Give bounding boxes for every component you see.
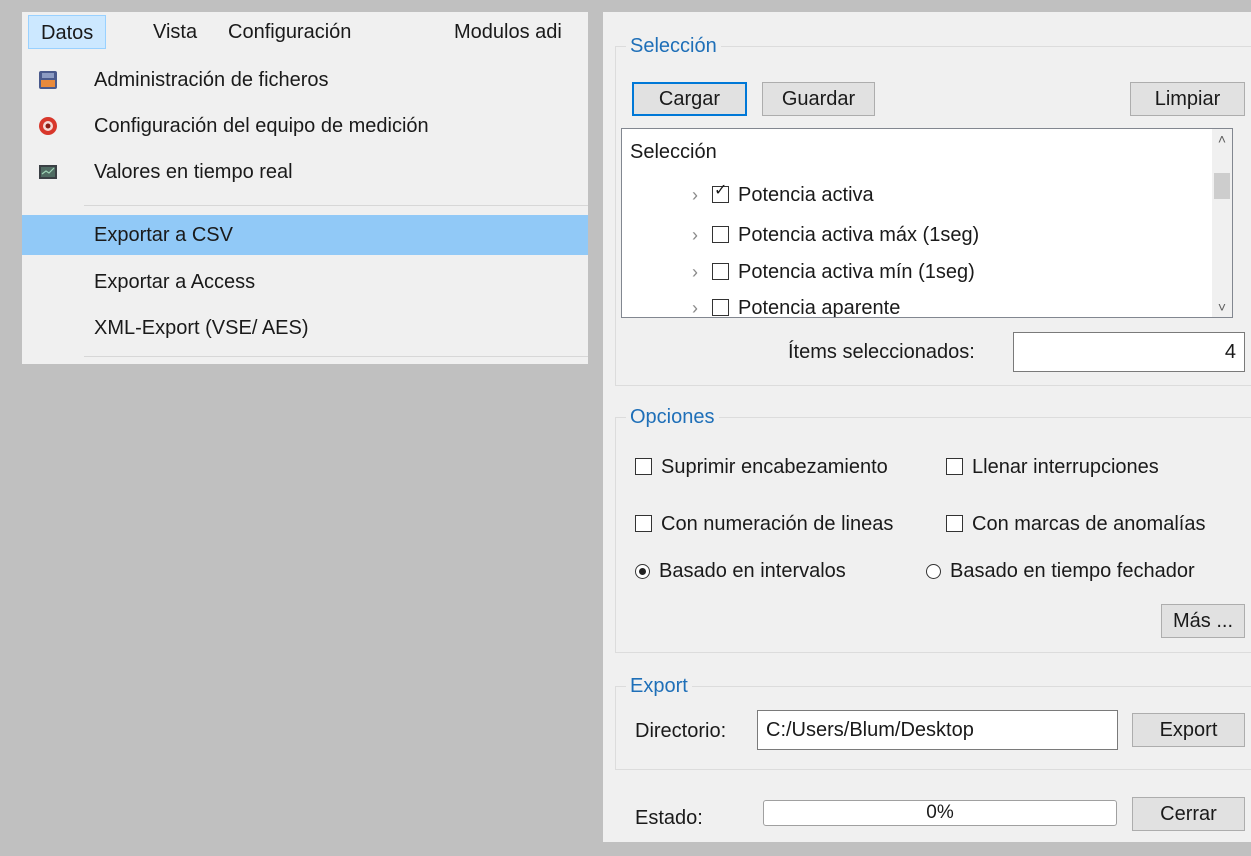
anomaly-marks-label: Con marcas de anomalías (972, 513, 1206, 535)
fill-gaps-checkbox[interactable]: Llenar interrupciones (946, 454, 1159, 480)
tree-item-label: Potencia activa máx (1seg) (738, 224, 980, 246)
selected-items-count: 4 (1013, 332, 1245, 372)
tree-item-checkbox[interactable]: ✓ (712, 182, 729, 203)
more-options-button[interactable]: Más ... (1161, 604, 1245, 638)
tree-item[interactable]: › Potencia activa máx (1seg) (692, 222, 979, 248)
chevron-right-icon[interactable]: › (692, 259, 698, 285)
menu-item-export-csv[interactable]: Exportar a CSV (22, 215, 588, 255)
realtime-monitor-icon (39, 165, 57, 179)
selected-items-label: Ítems seleccionados: (788, 341, 975, 363)
chevron-right-icon[interactable]: › (692, 222, 698, 248)
directory-input[interactable]: C:/Users/Blum/Desktop (757, 710, 1118, 750)
tree-item[interactable]: › Potencia aparente (692, 295, 901, 318)
tree-item-checkbox[interactable] (712, 226, 729, 243)
interval-based-radio[interactable]: Basado en intervalos (635, 558, 846, 584)
menu-item-label: XML-Export (VSE/ AES) (94, 317, 309, 339)
menubar: Datos Vista Configuración Modulos adi (22, 12, 588, 52)
suppress-header-checkbox[interactable]: Suprimir encabezamiento (635, 454, 888, 480)
scroll-thumb[interactable] (1214, 173, 1230, 199)
menu-separator (84, 205, 588, 206)
radio-button[interactable] (926, 564, 941, 579)
menubar-modulos[interactable]: Modulos adi (442, 15, 574, 49)
anomaly-marks-checkbox[interactable]: Con marcas de anomalías (946, 511, 1205, 537)
datos-menu-panel: Datos Vista Configuración Modulos adi Ad… (22, 12, 588, 364)
line-numbers-label: Con numeración de lineas (661, 513, 894, 535)
radio-button[interactable] (635, 564, 650, 579)
suppress-header-label: Suprimir encabezamiento (661, 456, 888, 478)
menu-item-label: Exportar a Access (94, 271, 256, 293)
menubar-vista[interactable]: Vista (141, 15, 209, 49)
checkmark-icon: ✓ (714, 182, 728, 199)
checkbox-box[interactable] (946, 515, 963, 532)
tree-item[interactable]: › ✓ Potencia activa (692, 182, 874, 208)
scroll-down-icon[interactable]: ˅ (1212, 299, 1232, 315)
tree-scrollbar[interactable]: ˄ ˅ (1212, 129, 1232, 317)
chevron-right-icon[interactable]: › (692, 295, 698, 317)
save-button[interactable]: Guardar (762, 82, 875, 116)
interval-based-label: Basado en intervalos (659, 560, 846, 582)
scroll-up-icon[interactable]: ˄ (1212, 131, 1232, 147)
menubar-datos[interactable]: Datos (28, 15, 107, 49)
tree-item-checkbox[interactable] (712, 299, 729, 316)
checkbox-box[interactable] (946, 458, 963, 475)
tree-item-checkbox[interactable] (712, 263, 729, 280)
chevron-right-icon[interactable]: › (692, 182, 698, 208)
menu-item-realtime-values[interactable]: Valores en tiempo real (22, 152, 588, 192)
tree-root: Selección (630, 141, 717, 163)
status-label: Estado: (635, 807, 703, 829)
directory-label: Directorio: (635, 720, 727, 742)
progress-bar: 0% (763, 800, 1117, 826)
selection-group-title: Selección (626, 33, 721, 59)
menu-item-file-management[interactable]: Administración de ficheros (22, 60, 588, 100)
options-group-title: Opciones (626, 404, 719, 430)
menu-item-label: Configuración del equipo de medición (94, 115, 429, 137)
checkbox-box[interactable] (635, 458, 652, 475)
timestamp-based-label: Basado en tiempo fechador (950, 560, 1195, 582)
fill-gaps-label: Llenar interrupciones (972, 456, 1159, 478)
close-button[interactable]: Cerrar (1132, 797, 1245, 831)
menu-item-export-access[interactable]: Exportar a Access (22, 262, 588, 302)
tree-item[interactable]: › Potencia activa mín (1seg) (692, 259, 975, 285)
clear-button[interactable]: Limpiar (1130, 82, 1245, 116)
menu-item-xml-export[interactable]: XML-Export (VSE/ AES) (22, 308, 588, 348)
menu-separator (84, 356, 588, 357)
load-button[interactable]: Cargar (632, 82, 747, 116)
tree-item-label: Potencia aparente (738, 297, 901, 318)
selection-tree[interactable]: Selección › ✓ Potencia activa › Potencia ac… (621, 128, 1233, 318)
menu-item-label: Exportar a CSV (94, 224, 233, 246)
menu-item-label: Administración de ficheros (94, 69, 329, 91)
menu-item-label: Valores en tiempo real (94, 161, 293, 183)
file-manager-icon (39, 71, 57, 89)
device-config-icon (39, 117, 57, 135)
export-button[interactable]: Export (1132, 713, 1245, 747)
menubar-configuracion[interactable]: Configuración (216, 15, 363, 49)
export-group-title: Export (626, 673, 692, 699)
tree-item-label: Potencia activa (738, 184, 874, 206)
menu-item-device-config[interactable]: Configuración del equipo de medición (22, 106, 588, 146)
timestamp-based-radio[interactable]: Basado en tiempo fechador (926, 558, 1195, 584)
csv-export-dialog: Selección Cargar Guardar Limpiar Selecci… (603, 12, 1251, 842)
line-numbers-checkbox[interactable]: Con numeración de lineas (635, 511, 893, 537)
tree-item-label: Potencia activa mín (1seg) (738, 261, 975, 283)
radio-dot-icon (639, 568, 646, 575)
checkbox-box[interactable] (635, 515, 652, 532)
